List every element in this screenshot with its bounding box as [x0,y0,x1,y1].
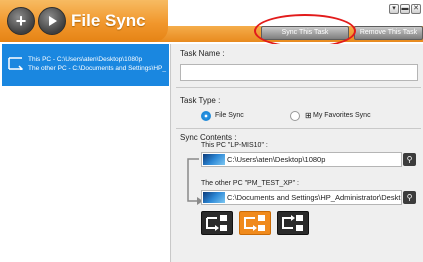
file-sync-radio[interactable] [201,111,211,121]
favorites-sync-radio[interactable] [290,111,300,121]
title-bar: + File Sync ▾ ▬ ✕ Sync This Task Remove … [0,0,423,48]
other-pc-thumbnail [203,192,225,203]
task-name-input[interactable] [180,64,418,81]
other-pc-path-field[interactable]: C:\Documents and Settings\HP_Administrat… [201,190,402,205]
favorites-icon: ⊞ [305,111,312,120]
close-button[interactable]: ✕ [411,4,421,14]
task-list: This PC - C:\Users\aten\Desktop\1080p Th… [0,44,171,262]
this-pc-label: This PC "LP-MIS10" : [201,142,268,149]
divider [176,87,421,88]
sync-this-task-button[interactable]: Sync This Task [261,26,349,40]
minimize-icon: ▾ [392,5,396,12]
task-type-label: Task Type : [180,96,221,105]
other-pc-label: The other PC "PM_TEST_XP" : [201,180,299,187]
favorites-sync-radio-label: My Favorites Sync [313,112,371,119]
sync-this-task-label: Sync This Task [281,29,329,36]
two-way-sync-icon [244,215,265,231]
this-pc-thumbnail [203,154,225,165]
play-icon [49,16,57,26]
add-task-button[interactable]: + [7,7,35,35]
this-pc-path: C:\Users\aten\Desktop\1080p [227,155,326,164]
close-icon: ✕ [413,5,419,12]
divider [176,128,421,129]
task-other-pc-path: The other PC - C:\Documents and Settings… [28,65,167,72]
this-pc-path-field[interactable]: C:\Users\aten\Desktop\1080p [201,152,402,167]
sync-direction-one-way-button[interactable] [201,211,233,235]
one-way-sync-icon [206,215,227,231]
run-sync-button[interactable] [38,7,66,35]
task-list-item[interactable]: This PC - C:\Users\aten\Desktop\1080p Th… [2,44,169,86]
search-icon: ⚲ [406,193,413,202]
sync-direction-reverse-button[interactable] [277,211,309,235]
plus-icon: + [15,11,27,31]
brand-area: + File Sync [0,0,168,42]
maximize-button[interactable]: ▬ [400,4,410,14]
task-settings-panel: Task Name : Task Type : File Sync ⊞ My F… [172,44,423,262]
search-icon: ⚲ [406,155,413,164]
other-pc-path: C:\Documents and Settings\HP_Administrat… [227,193,401,202]
other-pc-browse-button[interactable]: ⚲ [403,191,416,204]
sync-contents-label: Sync Contents : [180,133,237,142]
this-pc-browse-button[interactable]: ⚲ [403,153,416,166]
minimize-button[interactable]: ▾ [389,4,399,14]
maximize-icon: ▬ [401,5,409,12]
remove-this-task-label: Remove This Task [359,29,418,36]
reverse-sync-icon [282,215,303,231]
task-this-pc-path: This PC - C:\Users\aten\Desktop\1080p [28,56,143,63]
app-title: File Sync [71,11,146,30]
task-name-label: Task Name : [180,49,225,58]
file-sync-window: + File Sync ▾ ▬ ✕ Sync This Task Remove … [0,0,423,262]
two-way-sync-icon [8,57,24,70]
file-sync-radio-label: File Sync [215,112,244,119]
sync-direction-two-way-button[interactable] [239,211,271,235]
remove-this-task-button[interactable]: Remove This Task [354,26,423,40]
